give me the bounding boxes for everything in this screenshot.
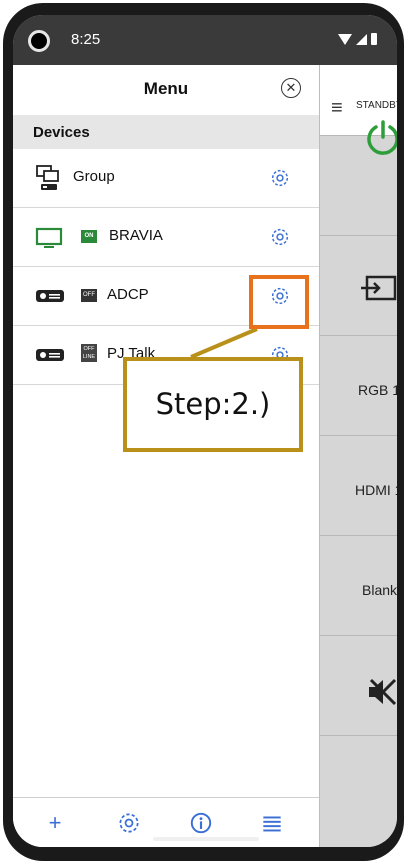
phone-frame: 8:25 ≡ STANDBY: [0, 0, 411, 866]
highlight-box: [249, 275, 309, 329]
home-indicator: [153, 837, 259, 841]
callout-box: Step:2.): [123, 357, 303, 452]
callout-text: Step:2.): [155, 387, 271, 421]
screen: 8:25 ≡ STANDBY: [13, 15, 397, 847]
